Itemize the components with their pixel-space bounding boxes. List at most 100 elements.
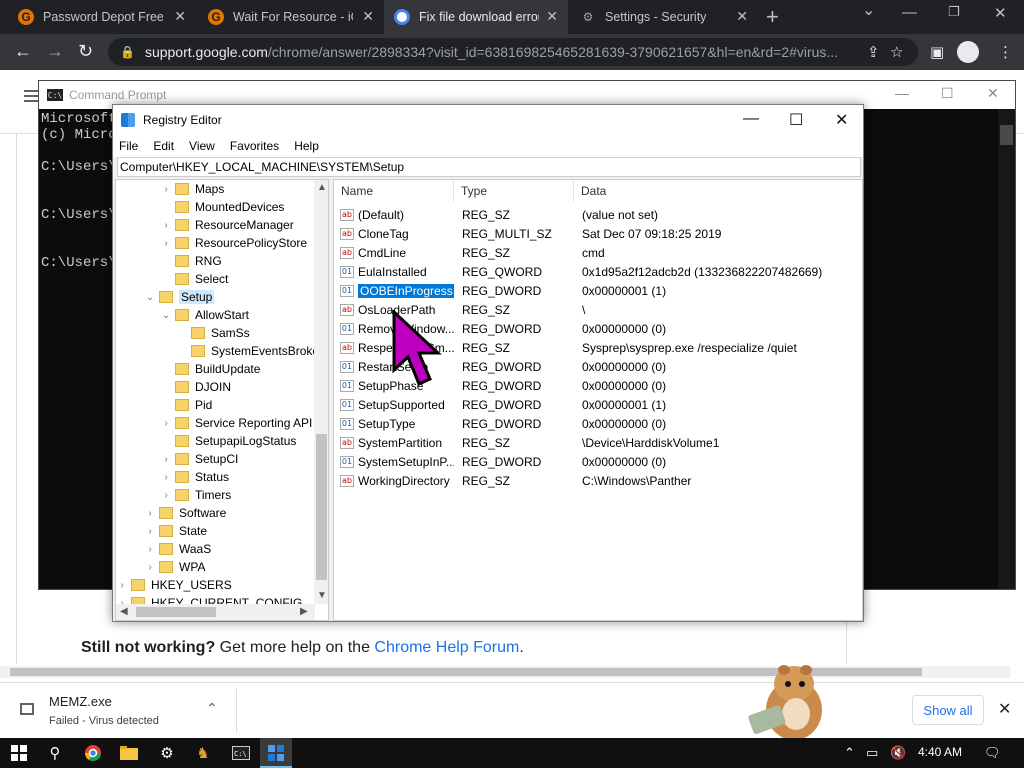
chevron-icon[interactable]: › (160, 454, 172, 465)
tab-fix-download-error[interactable]: Fix file download error ✕ (384, 0, 568, 34)
tree-node[interactable]: SetupapiLogStatus (160, 432, 296, 450)
close-icon[interactable]: ✕ (987, 85, 999, 102)
volume-muted-icon[interactable]: 🔇 (890, 745, 906, 761)
tree-node[interactable]: BuildUpdate (160, 360, 260, 378)
tab-settings-security[interactable]: ⚙ Settings - Security ✕ (570, 0, 758, 34)
settings-gear-icon[interactable]: ⚙ (156, 742, 178, 764)
registry-value-row[interactable]: 01 EulaInstalled REG_QWORD 0x1d95a2f12adcb2… (334, 263, 862, 282)
tree-node[interactable]: SamSs (176, 324, 250, 342)
maximize-icon[interactable]: ☐ (789, 110, 803, 130)
chevron-icon[interactable]: › (160, 418, 172, 429)
menu-favorites[interactable]: Favorites (230, 139, 279, 153)
tree-node[interactable]: ⌄ AllowStart (160, 306, 249, 324)
file-explorer-icon[interactable] (118, 742, 140, 764)
scroll-right-icon[interactable]: ▶ (300, 606, 308, 617)
download-filename[interactable]: MEMZ.exe (49, 694, 112, 709)
tree-node[interactable]: › HKEY_USERS (116, 576, 231, 594)
tree-vertical-scrollbar[interactable]: ▲ ▼ (314, 180, 328, 604)
windows-start-icon[interactable] (8, 742, 30, 764)
show-hidden-icons-icon[interactable]: ⌃ (844, 745, 855, 761)
chevron-icon[interactable]: › (144, 544, 156, 555)
menu-file[interactable]: File (119, 139, 138, 153)
close-icon[interactable]: ✕ (546, 8, 558, 25)
column-header-data[interactable]: Data (574, 180, 862, 202)
address-bar[interactable]: 🔒 support.google.com /chrome/answer/2898… (108, 38, 918, 66)
search-icon[interactable]: ⚲ (44, 742, 66, 764)
tree-node[interactable]: RNG (160, 252, 222, 270)
chevron-icon[interactable]: › (160, 184, 172, 195)
minimize-icon[interactable]: — (895, 85, 909, 101)
tree-node[interactable]: MountedDevices (160, 198, 284, 216)
registry-value-row[interactable]: 01 SetupType REG_DWORD 0x00000000 (0) (334, 415, 862, 434)
maximize-icon[interactable]: ☐ (941, 85, 954, 102)
chevron-icon[interactable]: › (144, 526, 156, 537)
cmd-scrollbar[interactable] (998, 109, 1015, 589)
tree-node[interactable]: › Software (144, 504, 226, 522)
chevron-icon[interactable]: › (116, 580, 128, 591)
tab-password-depot[interactable]: G Password Depot Free D ✕ (8, 0, 196, 34)
close-icon[interactable]: ✕ (174, 8, 186, 25)
scroll-down-icon[interactable]: ▼ (317, 590, 327, 601)
back-icon[interactable]: ← (14, 41, 32, 62)
scroll-up-icon[interactable]: ▲ (317, 182, 327, 193)
tab-search-icon[interactable]: ⌄ (862, 0, 875, 20)
show-all-button[interactable]: Show all (912, 695, 984, 725)
chevron-icon[interactable]: › (160, 490, 172, 501)
new-tab-button[interactable]: + (766, 4, 779, 30)
tree-node[interactable]: › WPA (144, 558, 205, 576)
tree-node[interactable]: › Timers (160, 486, 231, 504)
tree-node[interactable]: SystemEventsBroke (176, 342, 319, 360)
reload-icon[interactable]: ↻ (78, 41, 93, 62)
profile-avatar-icon[interactable] (957, 41, 979, 63)
chevron-up-icon[interactable]: ⌃ (206, 700, 218, 717)
registry-editor-window[interactable]: Registry Editor — ☐ ✕ File Edit View Fav… (112, 104, 864, 622)
menu-edit[interactable]: Edit (153, 139, 174, 153)
registry-value-row[interactable]: 01 SetupSupported REG_DWORD 0x00000001 (1) (334, 396, 862, 415)
close-icon[interactable]: ✕ (998, 699, 1011, 719)
tab-wait-for-resource[interactable]: G Wait For Resource - iGe ✕ (198, 0, 384, 34)
minimize-icon[interactable]: — (902, 4, 917, 21)
chrome-help-forum-link[interactable]: Chrome Help Forum (374, 639, 519, 656)
tree-node[interactable]: ⌄ Setup (144, 288, 215, 306)
close-window-icon[interactable]: ✕ (994, 4, 1007, 22)
network-icon[interactable]: ▭ (866, 745, 878, 761)
side-panel-icon[interactable]: ▣ (930, 43, 944, 61)
notification-center-icon[interactable]: 🗨 (984, 745, 1001, 761)
chrome-taskbar-icon[interactable] (82, 742, 104, 764)
tree-node[interactable]: › Maps (160, 180, 224, 198)
close-icon[interactable]: ✕ (736, 8, 748, 25)
menu-view[interactable]: View (189, 139, 215, 153)
registry-value-row[interactable]: ab CloneTag REG_MULTI_SZ Sat Dec 07 09:18:2… (334, 225, 862, 244)
registry-value-row[interactable]: ab WorkingDirectory REG_SZ C:\Windows\Panth… (334, 472, 862, 491)
tree-node[interactable]: Select (160, 270, 228, 288)
chevron-icon[interactable]: › (160, 238, 172, 249)
forward-icon[interactable]: → (46, 41, 64, 62)
registry-value-row[interactable]: ab SystemPartition REG_SZ \Device\HarddiskV… (334, 434, 862, 453)
command-prompt-icon[interactable]: C:\ (230, 742, 252, 764)
share-icon[interactable]: ⇪ (867, 43, 880, 61)
chevron-icon[interactable]: ⌄ (144, 292, 156, 303)
chevron-icon[interactable]: ⌄ (160, 310, 172, 321)
chevron-icon[interactable]: › (160, 472, 172, 483)
tree-node[interactable]: › ResourcePolicyStore (160, 234, 307, 252)
password-depot-icon[interactable]: ♞ (192, 742, 214, 764)
chevron-icon[interactable]: › (160, 220, 172, 231)
tree-node[interactable]: › SetupCI (160, 450, 238, 468)
minimize-icon[interactable]: — (743, 110, 759, 128)
tree-node[interactable]: Pid (160, 396, 212, 414)
close-icon[interactable]: ✕ (362, 8, 374, 25)
registry-value-row[interactable]: ab (Default) REG_SZ (value not set) (334, 206, 862, 225)
restore-icon[interactable]: ❐ (948, 4, 960, 20)
registry-value-row[interactable]: ab CmdLine REG_SZ cmd (334, 244, 862, 263)
tree-horizontal-scrollbar[interactable]: ◀ ▶ (116, 604, 315, 620)
chevron-icon[interactable]: › (144, 508, 156, 519)
tree-node[interactable]: › State (144, 522, 207, 540)
column-header-name[interactable]: Name (334, 180, 454, 202)
regedit-titlebar[interactable]: Registry Editor — ☐ ✕ (113, 105, 863, 135)
more-menu-icon[interactable]: ⋮ (998, 43, 1013, 61)
tree-node[interactable]: › ResourceManager (160, 216, 293, 234)
tree-node[interactable]: › Status (160, 468, 229, 486)
close-icon[interactable]: ✕ (835, 110, 848, 130)
chevron-icon[interactable]: › (144, 562, 156, 573)
registry-address-bar[interactable]: Computer\HKEY_LOCAL_MACHINE\SYSTEM\Setup (117, 157, 861, 177)
